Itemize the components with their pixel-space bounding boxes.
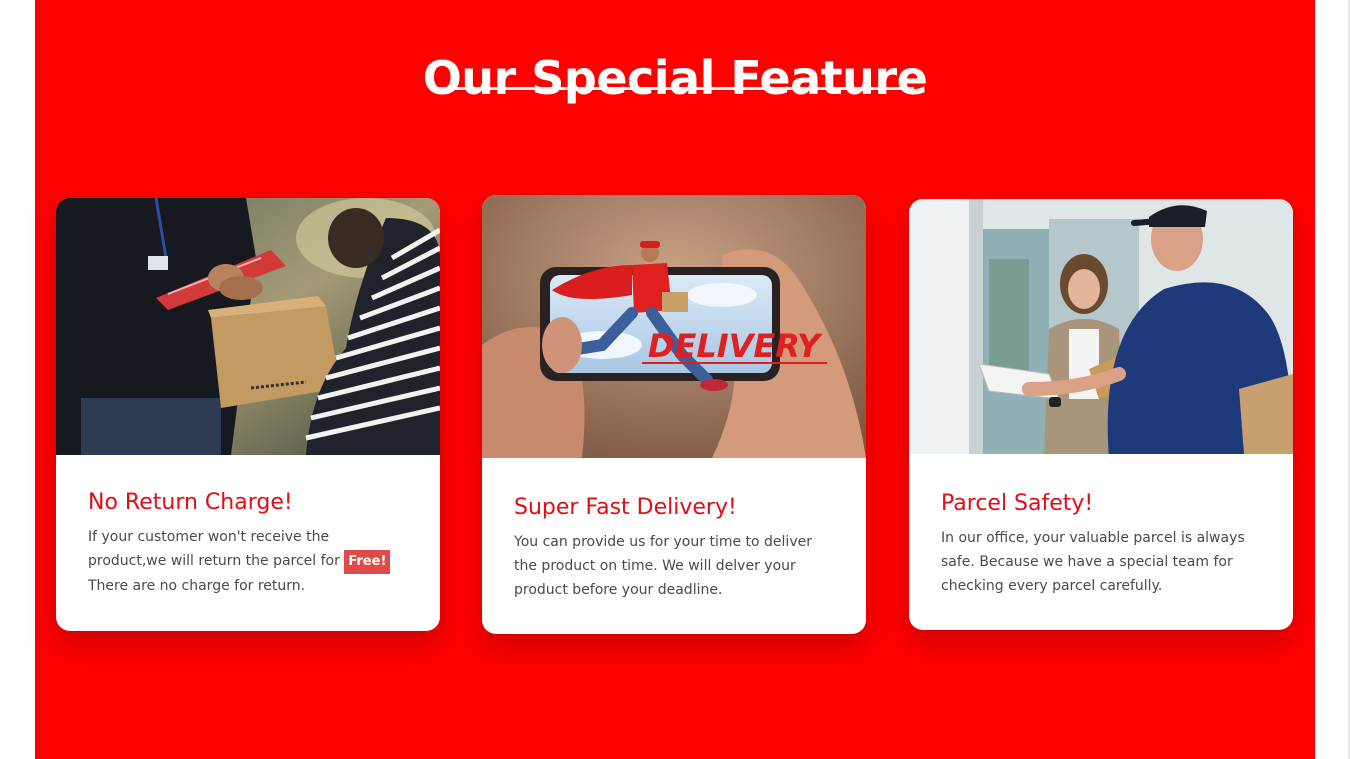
heading-underline xyxy=(435,87,914,90)
card-text: If your customer won't receive the produ… xyxy=(88,525,408,598)
feature-card-fast-delivery: DELIVERY Super Fast Delivery! You can pr… xyxy=(482,195,866,634)
card-text-before: If your customer won't receive the produ… xyxy=(88,529,340,569)
delivery-photo-illustration: DELIVERY xyxy=(482,195,866,458)
free-badge: Free! xyxy=(344,550,391,574)
courier-photo-illustration xyxy=(56,198,440,455)
card-body: Parcel Safety! In our office, your valua… xyxy=(909,454,1293,598)
card-text: You can provide us for your time to deli… xyxy=(514,534,812,598)
courier-handing-box-photo xyxy=(56,198,440,455)
feature-card-no-return: No Return Charge! If your customer won't… xyxy=(56,198,440,631)
card-text-after: There are no charge for return. xyxy=(88,578,306,594)
card-title: Super Fast Delivery! xyxy=(514,495,737,520)
parcel-photo-illustration xyxy=(909,199,1293,454)
card-body: No Return Charge! If your customer won't… xyxy=(56,455,440,598)
delivery-image-text: DELIVERY xyxy=(648,327,823,365)
card-title: Parcel Safety! xyxy=(941,491,1094,516)
card-body: Super Fast Delivery! You can provide us … xyxy=(482,458,866,602)
parcel-signing-photo xyxy=(909,199,1293,454)
phone-delivery-photo: DELIVERY xyxy=(482,195,866,458)
card-title: No Return Charge! xyxy=(88,490,293,515)
page-gutter xyxy=(1315,0,1350,759)
feature-card-parcel-safety: Parcel Safety! In our office, your valua… xyxy=(909,199,1293,630)
card-text: In our office, your valuable parcel is a… xyxy=(941,530,1245,594)
section-heading: Our Special Feature xyxy=(422,50,928,105)
